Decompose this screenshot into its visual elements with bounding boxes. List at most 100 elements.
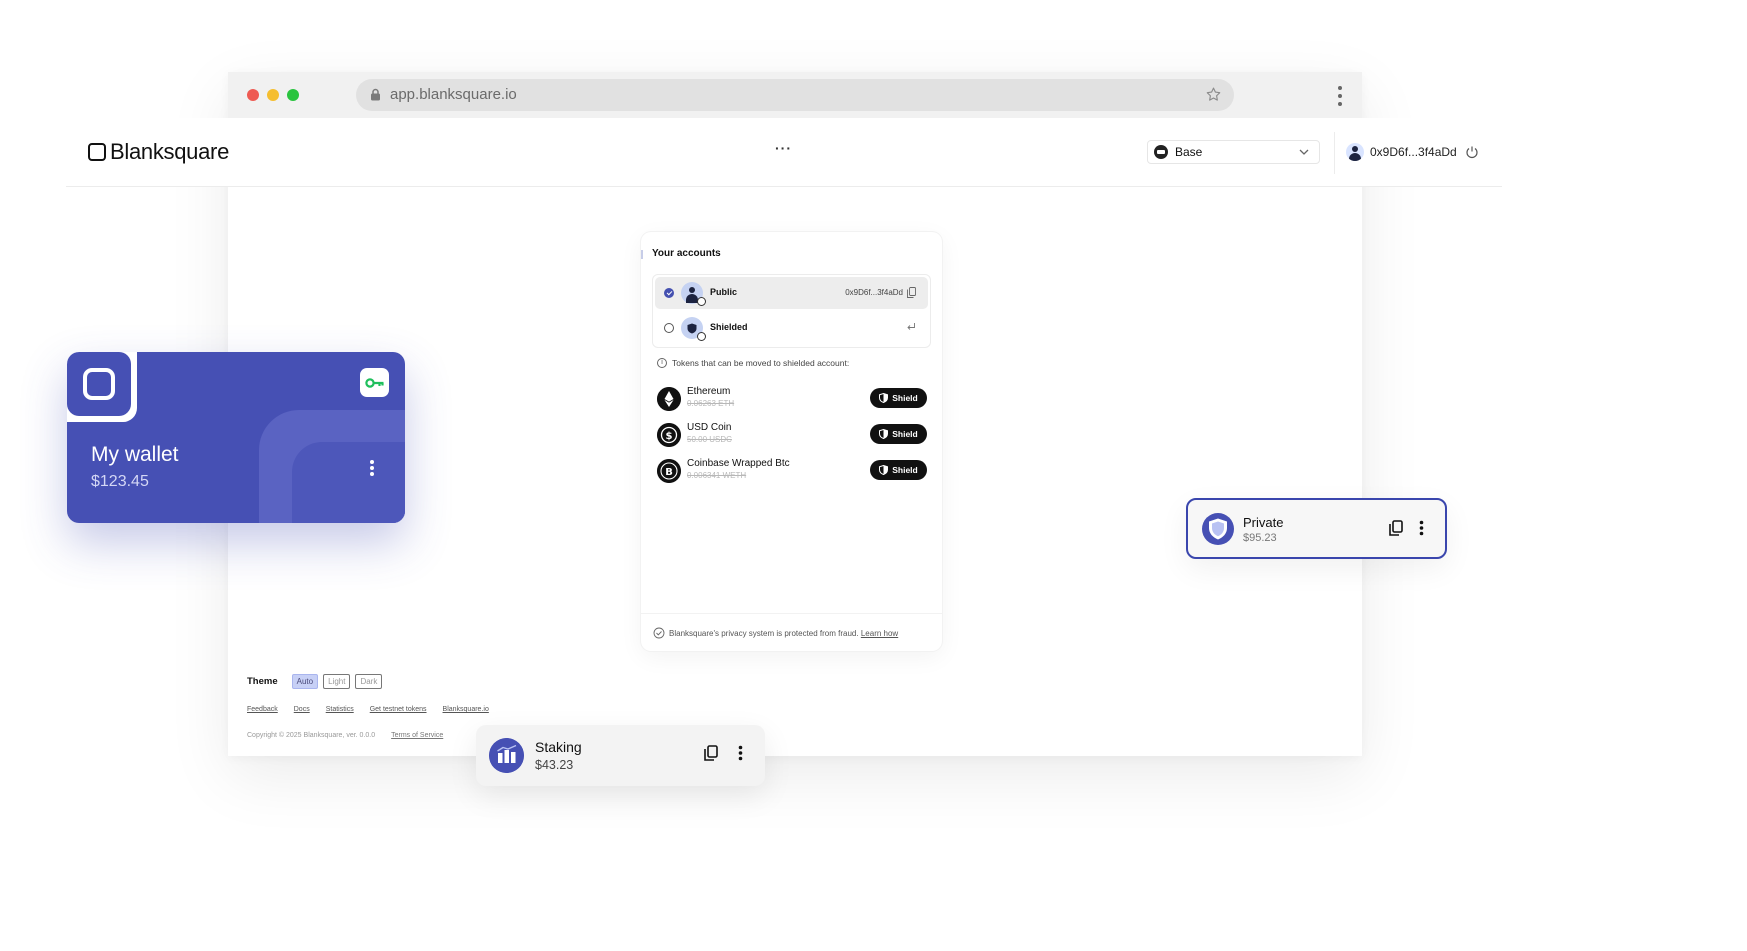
svg-text:B: B <box>665 467 673 478</box>
base-network-icon <box>1154 145 1168 159</box>
address-bar[interactable]: app.blanksquare.io <box>356 79 1234 111</box>
minimize-window-button[interactable] <box>267 89 279 101</box>
card-decoration <box>292 442 405 523</box>
shield-icon <box>879 393 889 403</box>
enter-arrow-icon[interactable] <box>906 322 916 332</box>
network-label: Base <box>1175 145 1203 159</box>
account-row-shielded[interactable]: Shielded <box>655 312 928 344</box>
kebab-menu-icon[interactable] <box>369 459 375 477</box>
token-amount: 50.00 USDC <box>687 435 732 444</box>
app-header: Blanksquare ··· Base 0x9D6f...3f4aDd <box>66 118 1502 187</box>
ethereum-icon <box>657 387 681 411</box>
tokens-info-text: Tokens that can be moved to shielded acc… <box>672 358 850 368</box>
token-name: USD Coin <box>687 422 732 433</box>
account-name: Private <box>1243 515 1284 530</box>
bar-chart-icon <box>489 738 524 773</box>
shield-button-label: Shield <box>892 465 918 475</box>
public-account-avatar <box>681 282 706 306</box>
more-menu-button[interactable]: ··· <box>775 140 792 156</box>
kebab-menu-icon[interactable] <box>1419 520 1424 536</box>
bookmark-star-icon[interactable] <box>1205 86 1222 103</box>
token-amount: 0.06263 ETH <box>687 399 735 408</box>
shield-icon <box>879 465 889 475</box>
copyright-row: Copyright © 2025 Blanksquare, ver. 0.0.0… <box>247 732 443 739</box>
panel-title: Your accounts <box>652 248 721 259</box>
maximize-window-button[interactable] <box>287 89 299 101</box>
theme-dark-button[interactable]: Dark <box>355 674 383 689</box>
power-icon[interactable] <box>1465 145 1479 159</box>
brand-logo[interactable]: Blanksquare <box>88 139 229 165</box>
privacy-note: Blanksquare's privacy system is protecte… <box>669 629 898 638</box>
footer-link-statistics[interactable]: Statistics <box>326 706 354 713</box>
browser-menu-icon[interactable] <box>1336 84 1344 108</box>
account-balance: $43.23 <box>535 758 574 772</box>
footer-link-docs[interactable]: Docs <box>294 706 310 713</box>
theme-light-button[interactable]: Light <box>323 674 351 689</box>
token-name: Coinbase Wrapped Btc <box>687 458 790 469</box>
account-row-public[interactable]: Public 0x9D6f...3f4aDd <box>655 277 928 309</box>
accounts-list: Public 0x9D6f...3f4aDd Shielded <box>652 274 931 348</box>
wallet-name: My wallet <box>91 443 179 466</box>
shield-button-label: Shield <box>892 393 918 403</box>
title-accent <box>641 250 643 259</box>
wallet-logo-icon <box>67 352 131 416</box>
avatar <box>1346 143 1364 161</box>
url-text: app.blanksquare.io <box>390 86 517 103</box>
shield-button[interactable]: Shield <box>870 424 927 444</box>
radio-unchecked-icon[interactable] <box>664 323 674 333</box>
brand-name: Blanksquare <box>110 139 229 164</box>
footer-link-feedback[interactable]: Feedback <box>247 706 278 713</box>
bitcoin-icon: B <box>657 459 681 483</box>
copy-icon[interactable] <box>704 745 718 761</box>
staking-account-card[interactable]: Staking $43.23 <box>476 725 765 786</box>
token-row-usdc: $ USD Coin 50.00 USDC Shield <box>657 420 927 450</box>
footer-link-website[interactable]: Blanksquare.io <box>443 706 489 713</box>
close-window-button[interactable] <box>247 89 259 101</box>
check-circle-icon <box>653 627 665 639</box>
token-amount: 0.006341 WETH <box>687 471 747 480</box>
account-chip[interactable]: 0x9D6f...3f4aDd <box>1346 142 1479 162</box>
header-divider <box>1334 132 1335 174</box>
usdc-icon: $ <box>657 423 681 447</box>
account-balance: $95.23 <box>1243 532 1277 544</box>
wallet-card[interactable]: My wallet $123.45 <box>67 352 405 523</box>
shielded-account-avatar <box>681 317 706 341</box>
network-select[interactable]: Base <box>1147 140 1320 164</box>
token-row-ethereum: Ethereum 0.06263 ETH Shield <box>657 384 927 414</box>
lock-icon <box>371 88 380 101</box>
account-name: Staking <box>535 739 582 755</box>
token-name: Ethereum <box>687 386 731 397</box>
footer-links: Feedback Docs Statistics Get testnet tok… <box>247 706 505 713</box>
logo-mark-icon <box>88 143 106 161</box>
shield-icon <box>879 429 889 439</box>
learn-how-link[interactable]: Learn how <box>861 629 898 638</box>
key-icon[interactable] <box>360 368 389 397</box>
radio-checked-icon[interactable] <box>664 288 674 298</box>
shield-button[interactable]: Shield <box>870 388 927 408</box>
terms-link[interactable]: Terms of Service <box>391 732 443 739</box>
copy-icon[interactable] <box>1389 520 1403 536</box>
private-account-card[interactable]: Private $95.23 <box>1186 498 1447 559</box>
theme-switcher: Theme Auto Light Dark <box>247 674 387 689</box>
kebab-menu-icon[interactable] <box>738 745 743 761</box>
chevron-down-icon <box>1299 149 1309 155</box>
theme-auto-button[interactable]: Auto <box>291 674 319 689</box>
wallet-balance: $123.45 <box>91 473 149 490</box>
browser-toolbar: app.blanksquare.io <box>228 72 1362 118</box>
accounts-panel: Your accounts Public 0x9D6f...3f4aDd Shi… <box>641 232 942 651</box>
tokens-info: i Tokens that can be moved to shielded a… <box>657 358 849 368</box>
footer-link-testnet[interactable]: Get testnet tokens <box>370 706 427 713</box>
shield-button-label: Shield <box>892 429 918 439</box>
info-icon: i <box>657 358 667 368</box>
panel-footer: Blanksquare's privacy system is protecte… <box>641 613 942 651</box>
shield-icon <box>687 323 697 334</box>
account-name: Public <box>710 287 738 297</box>
account-address: 0x9D6f...3f4aDd <box>845 288 903 297</box>
shield-button[interactable]: Shield <box>870 460 927 480</box>
privacy-note-text: Blanksquare's privacy system is protecte… <box>669 629 859 638</box>
token-row-wbtc: B Coinbase Wrapped Btc 0.006341 WETH Shi… <box>657 456 927 486</box>
copy-icon[interactable] <box>907 287 916 298</box>
account-name: Shielded <box>710 322 748 332</box>
copyright: Copyright © 2025 Blanksquare, ver. 0.0.0 <box>247 732 376 739</box>
shield-icon <box>1202 513 1234 545</box>
